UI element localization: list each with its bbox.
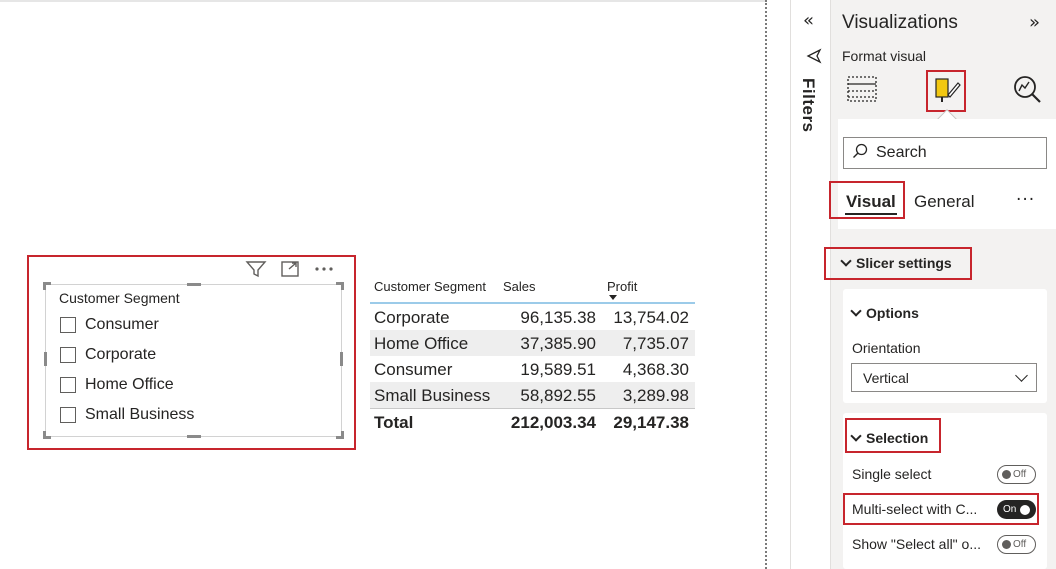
slicer-item-label: Small Business bbox=[85, 406, 195, 423]
filters-label[interactable]: Filters bbox=[798, 78, 818, 133]
cell-profit: 13,754.02 bbox=[613, 308, 689, 327]
select-all-label: Show "Select all" o... bbox=[852, 536, 982, 552]
pane-title: Visualizations bbox=[842, 12, 958, 33]
slicer-title: Customer Segment bbox=[59, 290, 180, 306]
build-visual-tab[interactable] bbox=[843, 72, 881, 110]
slicer-settings-header[interactable]: Slicer settings bbox=[840, 255, 952, 271]
table-total-row: Total 212,003.34 29,147.38 bbox=[370, 408, 695, 434]
tab-visual[interactable]: Visual bbox=[846, 192, 896, 212]
section-label: Slicer settings bbox=[856, 255, 952, 271]
chevron-down-icon bbox=[840, 255, 852, 267]
total-sales: 212,003.34 bbox=[510, 413, 596, 432]
slicer-header-icons bbox=[245, 260, 335, 278]
orientation-value: Vertical bbox=[863, 369, 909, 386]
format-visual-tab[interactable] bbox=[926, 70, 966, 112]
toggle-knob bbox=[1002, 470, 1011, 479]
cell-profit: 4,368.30 bbox=[622, 360, 689, 379]
single-select-label: Single select bbox=[852, 466, 932, 482]
tab-general[interactable]: General bbox=[914, 192, 974, 212]
multi-select-toggle[interactable]: On bbox=[997, 500, 1036, 519]
focus-mode-icon[interactable] bbox=[279, 260, 301, 278]
options-header[interactable]: Options bbox=[850, 305, 919, 321]
slicer-item[interactable]: Corporate bbox=[60, 346, 156, 364]
column-header-profit[interactable]: Profit bbox=[607, 279, 637, 294]
slicer-item-label: Home Office bbox=[85, 376, 174, 393]
active-tab-underline bbox=[845, 213, 897, 215]
analytics-tab[interactable] bbox=[1008, 72, 1046, 110]
checkbox[interactable] bbox=[60, 407, 76, 423]
total-profit: 29,147.38 bbox=[613, 413, 689, 432]
more-options-icon[interactable] bbox=[313, 260, 335, 278]
resize-handle[interactable] bbox=[187, 283, 201, 286]
orientation-dropdown[interactable]: Vertical bbox=[851, 363, 1037, 392]
resize-handle[interactable] bbox=[43, 431, 51, 439]
resize-handle[interactable] bbox=[43, 282, 51, 290]
cell-segment: Small Business bbox=[374, 386, 491, 405]
resize-handle[interactable] bbox=[340, 352, 343, 366]
search-placeholder: Search bbox=[876, 144, 927, 161]
cell-profit: 3,289.98 bbox=[622, 386, 689, 405]
column-header-segment[interactable]: Customer Segment bbox=[374, 279, 486, 294]
toggle-state: Off bbox=[1013, 539, 1027, 550]
cell-sales: 37,385.90 bbox=[520, 334, 596, 353]
table-row[interactable]: Home Office 37,385.90 7,735.07 bbox=[370, 330, 695, 356]
expand-icon[interactable]: » bbox=[1029, 12, 1040, 33]
resize-handle[interactable] bbox=[44, 352, 47, 366]
pane-subtitle: Format visual bbox=[842, 48, 927, 64]
magnifier-chart-icon bbox=[1011, 73, 1043, 109]
cell-profit: 7,735.07 bbox=[622, 334, 689, 353]
more-options-icon[interactable]: ··· bbox=[1016, 190, 1035, 210]
slicer-item-label: Corporate bbox=[85, 346, 157, 363]
toggle-state: On bbox=[1003, 504, 1017, 515]
sort-descending-icon bbox=[609, 295, 617, 300]
toggle-knob bbox=[1002, 540, 1011, 549]
table-header: Customer Segment Sales Profit bbox=[370, 277, 695, 304]
search-input[interactable]: Search bbox=[843, 137, 1047, 169]
total-label: Total bbox=[374, 413, 414, 432]
resize-handle[interactable] bbox=[336, 282, 344, 290]
select-all-toggle[interactable]: Off bbox=[997, 535, 1036, 554]
slicer-item[interactable]: Consumer bbox=[60, 316, 159, 334]
options-title: Options bbox=[866, 305, 919, 321]
filter-icon[interactable] bbox=[245, 260, 267, 278]
cell-sales: 58,892.55 bbox=[520, 386, 596, 405]
resize-handle[interactable] bbox=[187, 435, 201, 438]
cell-segment: Corporate bbox=[374, 308, 450, 327]
chevron-down-icon bbox=[850, 305, 862, 317]
slicer-visual[interactable]: Customer Segment Consumer Corporate Home… bbox=[43, 282, 344, 439]
chevron-down-icon bbox=[1015, 369, 1028, 382]
checkbox[interactable] bbox=[60, 317, 76, 333]
cell-sales: 96,135.38 bbox=[520, 308, 596, 327]
table-row[interactable]: Small Business 58,892.55 3,289.98 bbox=[370, 382, 695, 408]
filter-funnel-icon bbox=[806, 48, 822, 68]
resize-handle[interactable] bbox=[336, 431, 344, 439]
slicer-item-label: Consumer bbox=[85, 316, 159, 333]
selection-title: Selection bbox=[866, 430, 929, 446]
checkbox[interactable] bbox=[60, 377, 76, 393]
collapse-icon[interactable]: « bbox=[803, 10, 814, 31]
multi-select-label: Multi-select with C... bbox=[852, 501, 978, 517]
slicer-item[interactable]: Home Office bbox=[60, 376, 174, 394]
search-icon bbox=[852, 143, 868, 164]
toggle-state: Off bbox=[1013, 469, 1027, 480]
table-row[interactable]: Corporate 96,135.38 13,754.02 bbox=[370, 304, 695, 330]
selection-header[interactable]: Selection bbox=[850, 430, 929, 446]
slicer-item[interactable]: Small Business bbox=[60, 406, 194, 424]
chevron-down-icon bbox=[850, 430, 862, 442]
cell-segment: Home Office bbox=[374, 334, 469, 353]
checkbox[interactable] bbox=[60, 347, 76, 363]
table-row[interactable]: Consumer 19,589.51 4,368.30 bbox=[370, 356, 695, 382]
table-grid-icon bbox=[846, 74, 878, 108]
cell-segment: Consumer bbox=[374, 360, 453, 379]
canvas-divider bbox=[765, 0, 767, 569]
table-visual[interactable]: Customer Segment Sales Profit Corporate … bbox=[370, 277, 695, 434]
canvas-top-border bbox=[0, 0, 766, 2]
toggle-knob bbox=[1020, 504, 1031, 515]
cell-sales: 19,589.51 bbox=[520, 360, 596, 379]
paintbrush-icon bbox=[930, 73, 962, 109]
column-header-sales[interactable]: Sales bbox=[503, 279, 536, 294]
orientation-label: Orientation bbox=[852, 340, 921, 356]
report-canvas: Customer Segment Consumer Corporate Home… bbox=[0, 0, 766, 569]
single-select-toggle[interactable]: Off bbox=[997, 465, 1036, 484]
